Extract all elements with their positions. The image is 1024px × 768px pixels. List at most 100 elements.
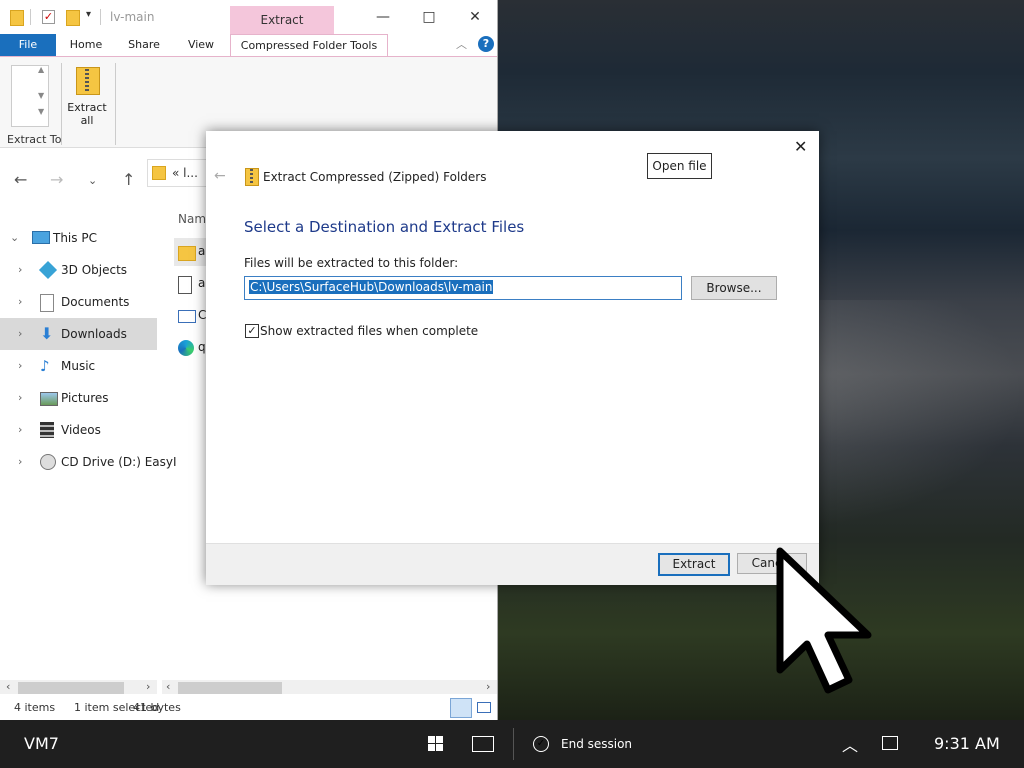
filelist-scroll-thumb[interactable] [178,682,282,694]
dialog-back-arrow-icon[interactable]: ← [214,168,226,184]
sidebar-item-cd-drive[interactable]: › CD Drive (D:) EasyI [0,446,177,478]
properties-check-icon[interactable]: ✓ [42,10,55,24]
taskbar [0,720,1024,768]
up-arrow-icon[interactable]: ↑ [122,170,135,189]
sidebar-item-label: Music [61,359,96,373]
sidebar-item-3d-objects[interactable]: › 3D Objects [0,254,157,286]
windows-start-icon[interactable] [428,736,444,752]
task-view-icon[interactable] [472,736,494,752]
browse-button[interactable]: Browse... [691,276,777,300]
show-files-checkbox[interactable]: ✓ [245,324,259,338]
sidebar-item-downloads[interactable]: › ⬇ Downloads [0,318,157,350]
collapse-ribbon-icon[interactable]: ︿ [456,36,467,52]
taskbar-divider [513,728,514,760]
gallery-more-icon[interactable]: ▼ [38,107,44,116]
chevron-right-icon[interactable]: › [18,359,22,372]
chevron-right-icon[interactable]: › [18,295,22,308]
close-button[interactable]: ✕ [452,6,498,28]
extract-all-label-line1: Extract [67,101,107,114]
column-header-name[interactable]: Nam [178,212,206,226]
tab-file[interactable]: File [0,34,56,56]
sidebar-item-label: Videos [61,423,101,437]
quick-access-dropdown-icon[interactable]: ▾ [86,9,91,20]
window-file-icon [178,310,196,323]
file-name: q [198,340,206,354]
extract-dialog [206,131,819,584]
end-session-button[interactable]: End session [561,737,632,751]
picture-icon [40,392,58,406]
gallery-up-icon[interactable]: ▲ [38,65,44,74]
chevron-right-icon[interactable]: › [18,455,22,468]
folder-icon[interactable] [10,10,24,26]
forward-arrow-icon[interactable]: → [50,170,63,189]
new-folder-icon[interactable] [66,10,80,26]
script-file-icon [178,276,192,294]
chevron-up-icon[interactable]: ︿ [842,732,858,756]
minimize-button[interactable]: — [360,6,406,28]
file-name: a [198,276,206,290]
ribbon-divider [115,63,116,145]
folder-icon [178,246,196,261]
sidebar-item-videos[interactable]: › Videos [0,414,157,446]
download-icon: ⬇ [40,324,54,343]
tab-compressed-folder-tools[interactable]: Compressed Folder Tools [230,34,388,56]
open-file-tooltip: Open file [647,153,712,179]
start-pane [436,736,443,743]
destination-label: Files will be extracted to this folder: [244,256,459,270]
sidebar-item-documents[interactable]: › Documents [0,286,157,318]
status-item-count: 4 items [14,701,56,714]
tab-home[interactable]: Home [60,34,112,56]
dialog-heading: Select a Destination and Extract Files [244,218,525,236]
details-view-icon[interactable] [450,698,472,718]
tab-share[interactable]: Share [118,34,170,56]
large-icons-view-icon[interactable] [474,698,492,716]
extract-all-button[interactable]: Extract all [66,101,108,127]
sidebar-scroll-thumb[interactable] [18,682,124,694]
chevron-down-icon[interactable]: ⌄ [10,231,19,244]
sidebar-item-label: This PC [53,231,97,245]
ribbon-tabs: File Home Share View Compressed Folder T… [0,34,497,56]
clock-time[interactable]: 9:31 AM [934,734,1000,753]
chevron-right-icon[interactable]: › [18,391,22,404]
start-pane [428,736,435,743]
gallery-down-icon[interactable]: ▼ [38,91,44,100]
recent-locations-icon[interactable]: ⌄ [88,174,97,187]
navigation-pane: ⌄ This PC › 3D Objects › Documents › ⬇ D… [0,206,177,676]
quick-access-divider [30,9,31,25]
extract-button[interactable]: Extract [658,553,730,576]
back-arrow-icon[interactable]: ← [14,170,27,189]
destination-input-value[interactable]: C:\Users\SurfaceHub\Downloads\lv-main [249,280,494,294]
sidebar-item-pictures[interactable]: › Pictures [0,382,157,414]
sidebar-item-label: Documents [61,295,130,309]
scroll-left-icon[interactable]: ‹ [166,680,170,693]
show-files-label[interactable]: Show extracted files when complete [260,324,478,338]
scroll-left-icon[interactable]: ‹ [6,680,10,693]
sidebar-item-music[interactable]: › ♪ Music [0,350,157,382]
sidebar-item-label: Downloads [61,327,127,341]
computer-icon [32,231,50,244]
status-size: 41 bytes [133,701,181,714]
explorer-titlebar: ✓ ▾ lv-main Extract — □ ✕ [0,0,497,34]
notification-icon[interactable] [882,736,898,750]
window-title: lv-main [110,10,155,24]
zip-strip-icon [250,169,253,184]
tab-view[interactable]: View [176,34,226,56]
sidebar-item-this-pc[interactable]: ⌄ This PC [0,222,157,254]
scroll-right-icon[interactable]: › [146,680,150,693]
edge-icon [178,340,194,356]
check-circle-icon[interactable]: ✓ [533,736,549,752]
video-icon [40,422,54,438]
context-tab-extract: Extract [230,6,334,34]
chevron-right-icon[interactable]: › [18,327,22,340]
chevron-right-icon[interactable]: › [18,263,22,276]
mouse-cursor-icon [776,547,872,694]
dialog-close-icon[interactable]: ✕ [794,137,807,156]
sidebar-item-label: CD Drive (D:) EasyI [61,455,177,469]
music-icon: ♪ [40,357,50,375]
chevron-right-icon[interactable]: › [18,423,22,436]
maximize-button[interactable]: □ [406,6,452,28]
scroll-right-icon[interactable]: › [486,680,490,693]
help-icon[interactable]: ? [478,36,494,52]
cd-drive-icon [40,454,56,470]
file-name: a [198,244,206,258]
